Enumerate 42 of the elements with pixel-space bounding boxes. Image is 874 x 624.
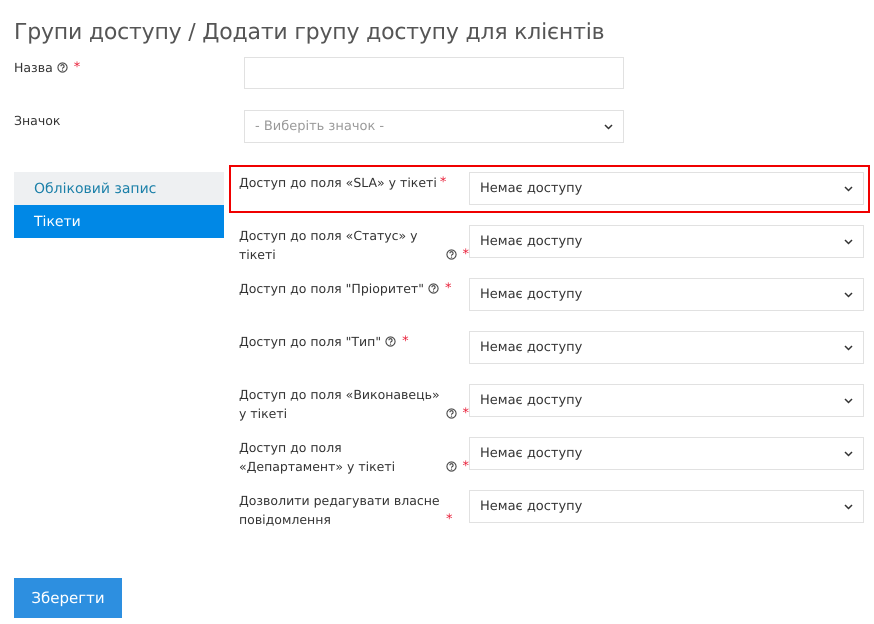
chevron-down-icon xyxy=(844,186,853,192)
name-input-field[interactable] xyxy=(244,57,624,89)
field-label: Доступ до поля «Виконавець» у тікеті xyxy=(239,386,441,423)
help-icon[interactable] xyxy=(428,283,439,294)
required-mark: * xyxy=(444,280,452,298)
field-label: Доступ до поля "Тип" xyxy=(239,333,382,351)
chevron-down-icon xyxy=(844,344,853,350)
chevron-down-icon xyxy=(604,124,613,130)
field-label: Значок xyxy=(14,112,60,130)
field-label: Доступ до поля "Пріоритет" xyxy=(239,280,424,298)
access-select[interactable]: Немає доступу xyxy=(469,225,864,258)
field-label: Назва xyxy=(14,59,53,77)
sidebar-tab[interactable]: Тікети xyxy=(14,205,224,238)
chevron-down-icon xyxy=(844,504,853,510)
access-select[interactable]: Немає доступу xyxy=(469,384,864,417)
required-mark: * xyxy=(462,246,469,264)
help-icon[interactable] xyxy=(446,408,456,419)
access-select[interactable]: Немає доступу xyxy=(469,490,864,523)
access-select[interactable]: Немає доступу xyxy=(469,437,864,470)
chevron-down-icon xyxy=(844,238,853,244)
field-label: Дозволити редагувати власне повідомлення xyxy=(239,492,441,529)
page-title: Групи доступу / Додати групу доступу для клієнтів xyxy=(14,20,606,45)
field-label: Доступ до поля «SLA» у тікеті xyxy=(239,174,437,192)
help-icon[interactable] xyxy=(56,62,68,73)
field-label: Доступ до поля «Статус» у тікеті xyxy=(239,227,419,264)
required-mark: * xyxy=(446,511,452,529)
sidebar-tab[interactable]: Обліковий запис xyxy=(14,172,224,205)
chevron-down-icon xyxy=(844,292,853,298)
required-mark: * xyxy=(402,333,409,351)
access-select[interactable]: Немає доступу xyxy=(469,331,864,364)
required-mark: * xyxy=(462,458,469,476)
access-select[interactable]: Немає доступу xyxy=(469,278,864,311)
required-mark: * xyxy=(74,59,80,77)
help-icon[interactable] xyxy=(446,249,456,260)
help-icon[interactable] xyxy=(446,461,456,472)
help-icon[interactable] xyxy=(385,336,396,347)
field-label: Доступ до поля «Департамент» у тікеті xyxy=(239,439,396,476)
access-select[interactable]: Немає доступу xyxy=(469,172,864,205)
chevron-down-icon xyxy=(844,450,853,456)
required-mark: * xyxy=(462,405,469,423)
required-mark: * xyxy=(440,174,446,192)
chevron-down-icon xyxy=(844,398,853,404)
